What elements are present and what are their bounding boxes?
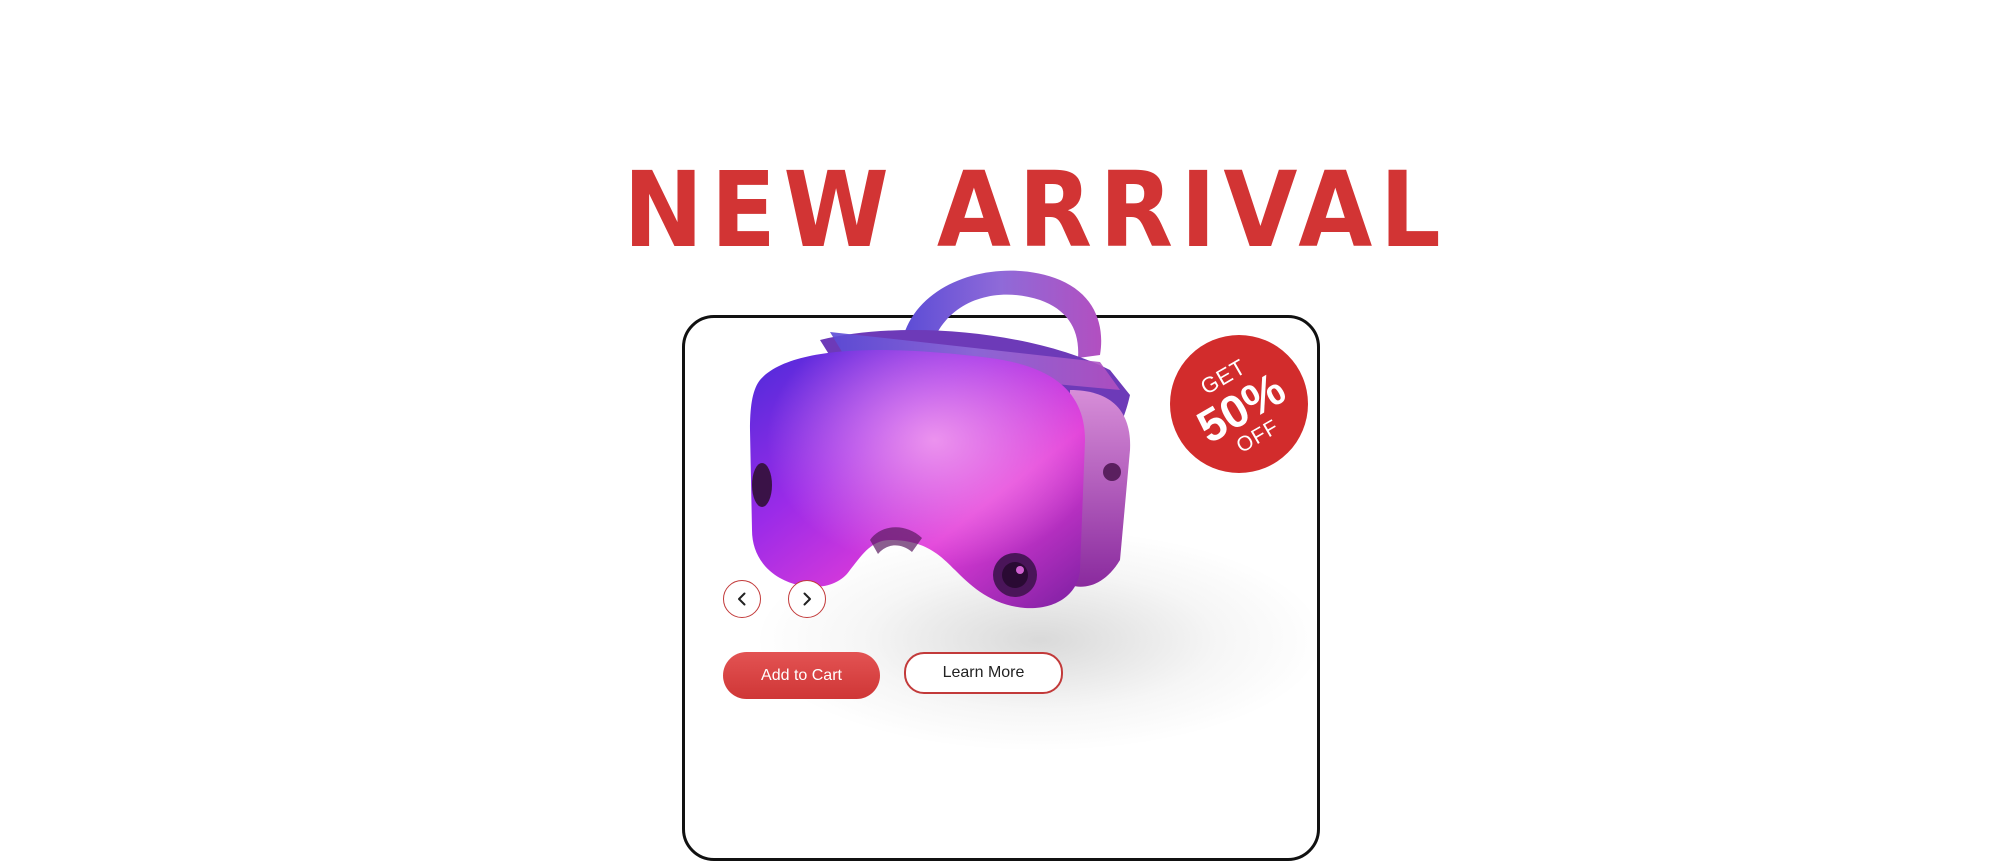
chevron-left-icon (738, 592, 746, 606)
chevron-right-icon (803, 592, 811, 606)
vr-headset-icon (750, 270, 1131, 609)
carousel-prev-button[interactable] (723, 580, 761, 618)
learn-more-button[interactable]: Learn More (904, 652, 1063, 694)
carousel-next-button[interactable] (788, 580, 826, 618)
add-to-cart-button[interactable]: Add to Cart (723, 652, 880, 699)
discount-badge: GET 50% OFF (1170, 335, 1308, 473)
